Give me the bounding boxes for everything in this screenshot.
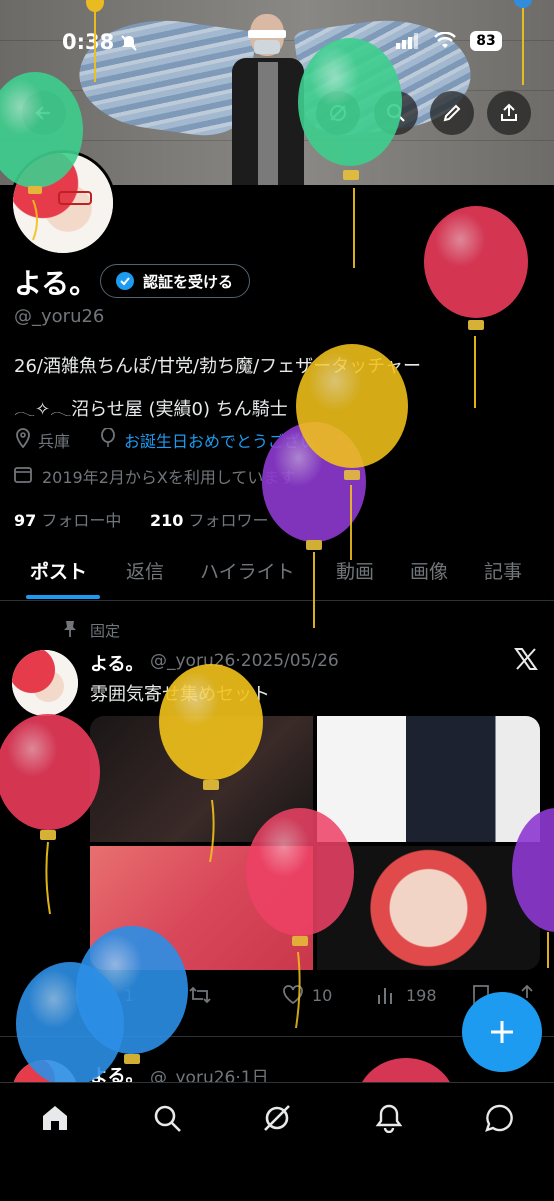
balloon-yellow-lower: [159, 664, 263, 863]
bottom-nav: [0, 1082, 554, 1201]
home-icon[interactable]: [40, 1103, 70, 1137]
balloon-purple-right-edge: [512, 808, 554, 968]
balloon-red-left-lower: [0, 714, 100, 915]
search-nav-icon[interactable]: [152, 1103, 182, 1137]
notifications-bell-icon[interactable]: [374, 1103, 404, 1137]
balloon-green-left: [0, 72, 83, 241]
balloon-red-right: [424, 206, 528, 408]
balloon-blue-top: [514, 0, 532, 85]
compose-post-button[interactable]: [462, 992, 542, 1072]
plus-icon: [491, 1021, 513, 1043]
balloon-blue-bottom-left: [16, 962, 124, 1086]
balloon-green-center: [298, 38, 402, 268]
grok-nav-icon[interactable]: [262, 1103, 292, 1137]
balloon-pink-lower: [246, 808, 354, 1029]
balloon-yellow-top: [86, 0, 104, 82]
messages-icon[interactable]: [484, 1103, 514, 1137]
